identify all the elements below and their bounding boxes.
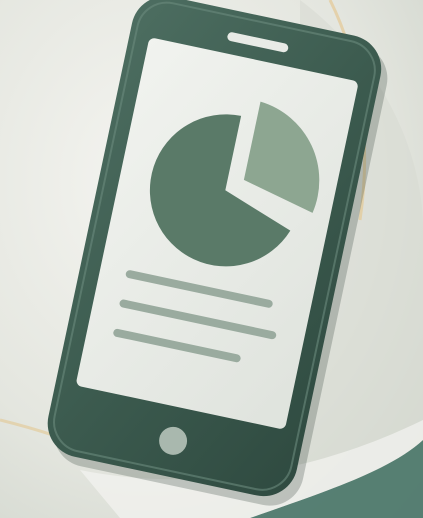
tablet-illustration (0, 0, 423, 518)
illustration-canvas (0, 0, 423, 518)
